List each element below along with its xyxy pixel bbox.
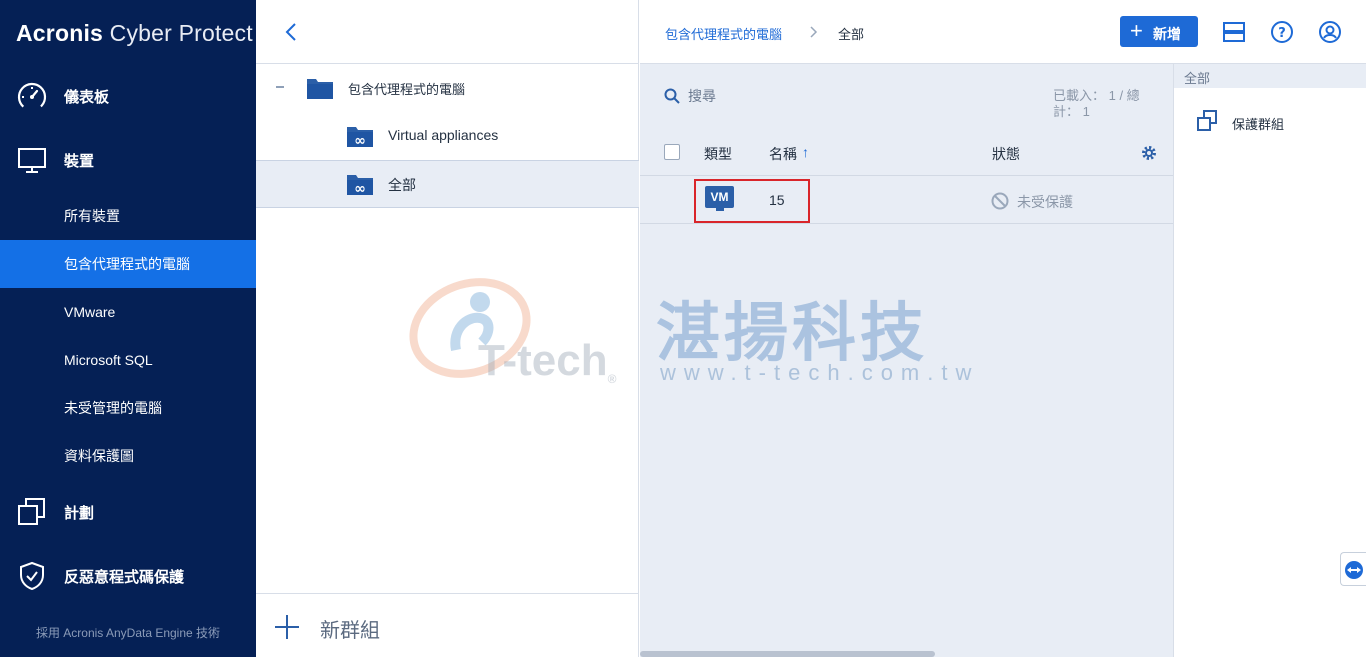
loaded-count: 已載入： 1 / 總 計： 1 [1053,88,1163,120]
nav-plans[interactable]: 計劃 [0,480,256,544]
user-account-icon[interactable] [1318,20,1342,44]
nav-unmanaged-machines-label: 未受管理的電腦 [64,400,162,416]
tree-header [256,0,639,64]
new-group-label: 新群組 [320,620,380,642]
sidebar: Acronis Cyber Protect 儀表板 裝置 所有裝置 包含代理程式… [0,0,256,657]
plans-icon [18,498,45,525]
dynamic-group-folder-icon: ∞ [347,127,373,148]
tree-item-root[interactable]: 包含代理程式的電腦 [256,64,639,112]
powered-by-note: 採用 Acronis AnyData Engine 技術 [35,626,221,640]
new-group-button[interactable]: 新群組 [256,593,639,657]
brand-logo: Acronis Cyber Protect [16,20,253,47]
details-panel-header: 全部 [1174,64,1366,88]
nav-unmanaged-machines[interactable]: 未受管理的電腦 [0,384,256,432]
nav-dashboard-label: 儀表板 [64,88,110,106]
teamviewer-icon [1345,561,1363,579]
highlight-annotation-box [694,179,810,223]
breadcrumb-parent[interactable]: 包含代理程式的電腦 [665,24,782,43]
nav-dashboard[interactable]: 儀表板 [0,64,256,128]
view-layout-icon[interactable] [1222,20,1246,44]
brand-name-rest: Cyber Protect [103,20,253,46]
protect-group-label: 保護群組 [1232,117,1285,132]
brand-name-bold: Acronis [16,20,104,46]
add-button-label: 新增 [1153,26,1181,42]
select-all-checkbox[interactable] [664,144,680,160]
nav-microsoft-sql[interactable]: Microsoft SQL [0,336,256,384]
search-input[interactable] [688,86,988,106]
help-icon[interactable]: ? [1270,20,1294,44]
nav-machines-with-agents[interactable]: 包含代理程式的電腦 [0,240,256,288]
nav-antimalware-label: 反惡意程式碼保護 [64,568,185,586]
folder-icon [307,79,333,99]
svg-text:∞: ∞ [354,133,366,148]
watermark-logo-text: T-tech® [478,336,616,386]
nav-plans-label: 計劃 [64,504,95,522]
horizontal-scrollbar[interactable] [640,651,935,657]
nav-data-protection-map-label: 資料保護圖 [64,448,134,464]
tree-item-all[interactable]: ∞ 全部 [256,160,639,208]
table-header: 類型 名稱 ↑ 狀態 [640,128,1173,176]
search-icon [664,88,680,104]
loaded-count-line1: 已載入： 1 / 總 [1053,88,1140,103]
loaded-count-line2: 計： 1 [1053,104,1090,119]
table-row[interactable]: VM 15 未受保護 [640,176,1173,224]
nav-vmware-label: VMware [64,304,116,320]
dynamic-group-folder-icon: ∞ [347,175,373,196]
tree-item-all-label: 全部 [388,177,416,193]
tree-item-virtual-appliances[interactable]: ∞ Virtual appliances [256,112,639,160]
nav-data-protection-map[interactable]: 資料保護圖 [0,432,256,480]
tree-item-virtual-appliances-label: Virtual appliances [388,127,499,143]
collapse-icon[interactable] [276,86,284,88]
teamviewer-tab[interactable] [1340,552,1366,586]
watermark-url: www.t-tech.com.tw [660,360,980,385]
dashboard-gauge-icon [17,82,47,112]
protect-group-icon [1197,110,1217,131]
gear-icon[interactable] [1140,144,1158,162]
tree-item-root-label: 包含代理程式的電腦 [348,82,466,97]
sort-ascending-icon: ↑ [802,144,809,160]
back-arrow-icon[interactable] [280,20,304,44]
nav-all-devices-label: 所有裝置 [64,208,120,224]
shield-check-icon [20,561,44,591]
protect-group-action[interactable]: 保護群組 [1196,110,1356,134]
nav-antimalware[interactable]: 反惡意程式碼保護 [0,544,256,608]
column-type[interactable]: 類型 [704,144,732,164]
svg-text:?: ? [1278,26,1286,41]
nav-all-devices[interactable]: 所有裝置 [0,192,256,240]
nav-devices-label: 裝置 [64,152,95,170]
nav-machines-with-agents-label: 包含代理程式的電腦 [64,256,190,272]
nav-devices[interactable]: 裝置 [0,128,256,192]
nav-microsoft-sql-label: Microsoft SQL [64,352,153,368]
top-bar: 包含代理程式的電腦 全部 + 新增 ? [640,0,1366,64]
group-tree-panel: 包含代理程式的電腦 ∞ Virtual appliances ∞ 全部 [256,0,639,657]
details-panel-title: 全部 [1184,71,1211,86]
breadcrumb-separator-icon [810,26,818,38]
svg-text:∞: ∞ [354,181,366,196]
column-name[interactable]: 名稱 [769,144,797,164]
watermark-logo-word: T-tech [478,336,608,385]
monitor-icon [18,148,46,173]
breadcrumb-current: 全部 [838,27,865,42]
row-status-cell: 未受保護 [1017,194,1073,210]
watermark-registered-mark: ® [607,372,617,386]
details-panel: 全部 保護群組 [1173,64,1366,657]
column-status[interactable]: 狀態 [992,144,1020,164]
nav-vmware[interactable]: VMware [0,288,256,336]
add-plus-icon: + [1130,18,1143,43]
add-button[interactable]: + 新增 [1120,16,1198,47]
not-protected-icon [991,192,1009,210]
row-name-cell: 15 [769,192,785,208]
plus-icon [275,615,299,639]
